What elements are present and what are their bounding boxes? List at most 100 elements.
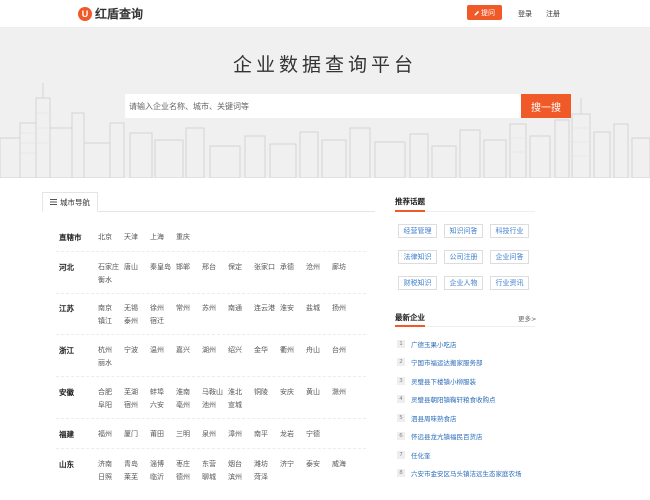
city-link[interactable]: 泉州 <box>202 429 228 442</box>
city-link[interactable]: 邯郸 <box>176 262 202 275</box>
city-link[interactable]: 衢州 <box>280 345 306 358</box>
tab-city-nav[interactable]: 城市导航 <box>42 192 98 212</box>
topic-tag[interactable]: 法律知识 <box>398 250 437 264</box>
enterprise-link[interactable]: 任化奎 <box>411 450 431 460</box>
city-link[interactable]: 温州 <box>150 345 176 358</box>
city-link[interactable]: 北京 <box>98 232 124 245</box>
city-link[interactable]: 阜阳 <box>98 400 124 413</box>
city-link[interactable]: 南通 <box>228 303 254 316</box>
enterprise-link[interactable]: 广德玉果小吃店 <box>411 339 457 349</box>
login-link[interactable]: 登录 <box>518 9 532 19</box>
city-link[interactable]: 临沂 <box>150 472 176 485</box>
city-link[interactable]: 马鞍山 <box>202 387 228 400</box>
city-link[interactable]: 莆田 <box>150 429 176 442</box>
city-link[interactable]: 沧州 <box>306 262 332 275</box>
topic-tag[interactable]: 财税知识 <box>398 276 437 290</box>
city-link[interactable]: 南京 <box>98 303 124 316</box>
city-link[interactable]: 扬州 <box>332 303 358 316</box>
city-link[interactable]: 亳州 <box>176 400 202 413</box>
city-link[interactable]: 聊城 <box>202 472 228 485</box>
topic-tag[interactable]: 公司注册 <box>444 250 483 264</box>
city-link[interactable]: 无锡 <box>124 303 150 316</box>
enterprise-link[interactable]: 灵璧县下楼镇小柳服装 <box>411 376 476 386</box>
city-link[interactable]: 天津 <box>124 232 150 245</box>
city-link[interactable]: 龙岩 <box>280 429 306 442</box>
city-link[interactable]: 南平 <box>254 429 280 442</box>
list-item[interactable]: 8 六安市金安区马头镇洁远生态家庭农场 <box>397 468 522 478</box>
city-link[interactable]: 德州 <box>176 472 202 485</box>
topic-tag[interactable]: 企业问答 <box>490 250 529 264</box>
list-item[interactable]: 1 广德玉果小吃店 <box>397 339 457 349</box>
ask-question-button[interactable]: 提问 <box>467 5 502 20</box>
city-link[interactable]: 三明 <box>176 429 202 442</box>
city-link[interactable]: 淮北 <box>228 387 254 400</box>
city-link[interactable]: 衡水 <box>98 275 124 288</box>
city-link[interactable]: 铜陵 <box>254 387 280 400</box>
list-item[interactable]: 4 灵璧县朝阳镇鞠轩粮食收购点 <box>397 394 496 404</box>
city-link[interactable]: 宣城 <box>228 400 254 413</box>
city-link[interactable]: 湖州 <box>202 345 228 358</box>
list-item[interactable]: 7 任化奎 <box>397 450 431 460</box>
city-link[interactable]: 秦皇岛 <box>150 262 176 275</box>
city-link[interactable]: 芜湖 <box>124 387 150 400</box>
topic-tag[interactable]: 知识问答 <box>444 224 483 238</box>
more-link[interactable]: 更多> <box>518 313 536 323</box>
city-link[interactable]: 六安 <box>150 400 176 413</box>
city-link[interactable]: 常州 <box>176 303 202 316</box>
city-link[interactable]: 日照 <box>98 472 124 485</box>
city-link[interactable]: 合肥 <box>98 387 124 400</box>
city-link[interactable]: 烟台 <box>228 459 254 472</box>
city-link[interactable]: 东营 <box>202 459 228 472</box>
list-item[interactable]: 6 怀远县龙亢镇福民百货店 <box>397 431 483 441</box>
enterprise-link[interactable]: 灵璧县朝阳镇鞠轩粮食收购点 <box>411 394 496 404</box>
search-button[interactable]: 搜一搜 <box>521 94 571 118</box>
city-link[interactable]: 福州 <box>98 429 124 442</box>
enterprise-link[interactable]: 六安市金安区马头镇洁远生态家庭农场 <box>411 468 522 478</box>
city-link[interactable]: 重庆 <box>176 232 202 245</box>
city-link[interactable]: 厦门 <box>124 429 150 442</box>
city-link[interactable]: 滨州 <box>228 472 254 485</box>
city-link[interactable]: 威海 <box>332 459 358 472</box>
city-link[interactable]: 保定 <box>228 262 254 275</box>
enterprise-link[interactable]: 泗县周味熟食店 <box>411 413 457 423</box>
city-link[interactable]: 苏州 <box>202 303 228 316</box>
topic-tag[interactable]: 企业人物 <box>444 276 483 290</box>
city-link[interactable]: 淮南 <box>176 387 202 400</box>
city-link[interactable]: 漳州 <box>228 429 254 442</box>
city-link[interactable]: 镇江 <box>98 316 124 329</box>
city-link[interactable]: 绍兴 <box>228 345 254 358</box>
city-link[interactable]: 盐城 <box>306 303 332 316</box>
city-link[interactable]: 宿州 <box>124 400 150 413</box>
city-link[interactable]: 徐州 <box>150 303 176 316</box>
city-link[interactable]: 枣庄 <box>176 459 202 472</box>
city-link[interactable]: 宁德 <box>306 429 332 442</box>
city-link[interactable]: 石家庄 <box>98 262 124 275</box>
city-link[interactable]: 蚌埠 <box>150 387 176 400</box>
city-link[interactable]: 上海 <box>150 232 176 245</box>
city-link[interactable]: 菏泽 <box>254 472 280 485</box>
city-link[interactable]: 济南 <box>98 459 124 472</box>
search-input[interactable] <box>125 94 521 118</box>
city-link[interactable]: 宿迁 <box>150 316 176 329</box>
city-link[interactable]: 嘉兴 <box>176 345 202 358</box>
city-link[interactable]: 莱芜 <box>124 472 150 485</box>
city-link[interactable]: 青岛 <box>124 459 150 472</box>
city-link[interactable]: 淮安 <box>280 303 306 316</box>
enterprise-link[interactable]: 怀远县龙亢镇福民百货店 <box>411 431 483 441</box>
site-logo[interactable]: U 红盾查询 <box>78 5 143 22</box>
city-link[interactable]: 承德 <box>280 262 306 275</box>
city-link[interactable]: 潍坊 <box>254 459 280 472</box>
city-link[interactable]: 邢台 <box>202 262 228 275</box>
city-link[interactable]: 台州 <box>332 345 358 358</box>
city-link[interactable]: 黄山 <box>306 387 332 400</box>
topic-tag[interactable]: 经营管理 <box>398 224 437 238</box>
city-link[interactable]: 连云港 <box>254 303 280 316</box>
city-link[interactable]: 安庆 <box>280 387 306 400</box>
city-link[interactable]: 廊坊 <box>332 262 358 275</box>
register-link[interactable]: 注册 <box>546 9 560 19</box>
city-link[interactable]: 舟山 <box>306 345 332 358</box>
city-link[interactable]: 丽水 <box>98 358 124 371</box>
city-link[interactable]: 滁州 <box>332 387 358 400</box>
topic-tag[interactable]: 科技行业 <box>490 224 529 238</box>
list-item[interactable]: 5 泗县周味熟食店 <box>397 413 457 423</box>
